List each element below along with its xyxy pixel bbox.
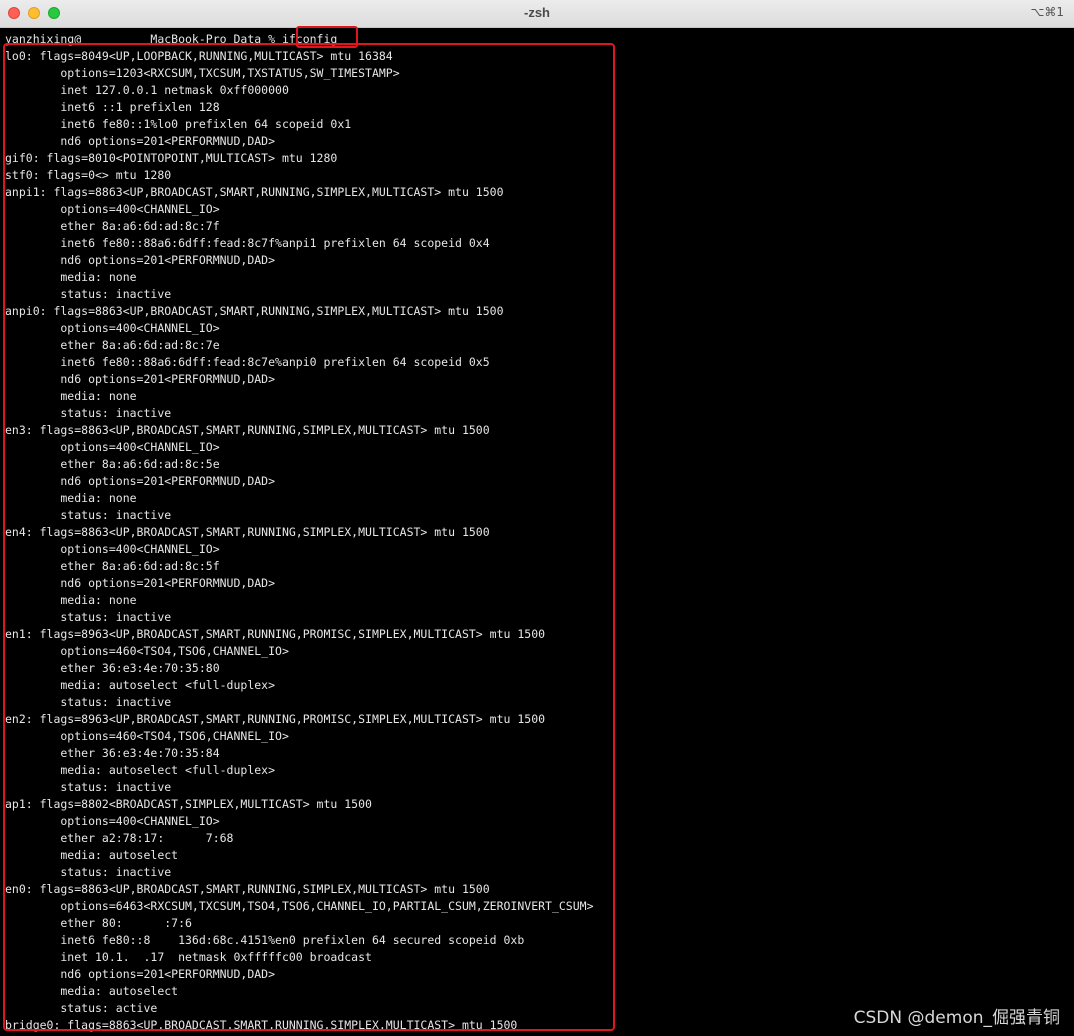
watermark: CSDN @demon_倔强青铜	[853, 1008, 1060, 1028]
output-highlight-box	[3, 43, 615, 1031]
window-title: -zsh	[524, 5, 550, 20]
title-bar[interactable]: -zsh ⌥⌘1	[0, 0, 1074, 28]
terminal-window: -zsh ⌥⌘1 yanzhixing@ MacBook-Pro Data % …	[0, 0, 1074, 1036]
window-shortcut: ⌥⌘1	[1030, 5, 1064, 19]
